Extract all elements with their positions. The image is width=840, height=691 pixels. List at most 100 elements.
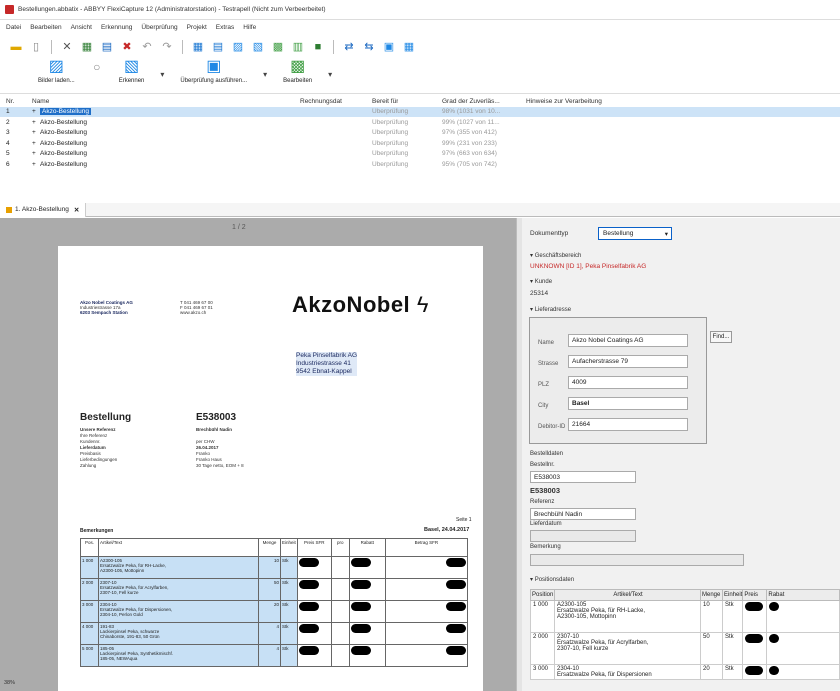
expand-icon[interactable]: +: [32, 129, 36, 136]
col-notes[interactable]: Hinweise zur Verarbeitung: [526, 98, 602, 105]
page-icon[interactable]: ▯: [28, 40, 44, 55]
doctype-select[interactable]: Bestellung ▾: [598, 227, 672, 240]
batch-icon[interactable]: ▤: [99, 40, 115, 55]
window-title: Bestellungen.abbatix - ABBYY FlexiCaptur…: [18, 6, 326, 13]
recognize-button[interactable]: ▧ Erkennen: [118, 58, 145, 85]
section-positions[interactable]: ▾ Positionsdaten: [530, 576, 574, 583]
supplier-street-field[interactable]: Aufacherstrasse 79: [568, 355, 688, 368]
menu-help[interactable]: Hilfe: [243, 24, 256, 31]
section-customer[interactable]: ▾ Kunde: [530, 278, 552, 285]
stats-icon[interactable]: ▦: [401, 40, 417, 55]
section-supplier[interactable]: ▾ Lieferadresse: [530, 306, 571, 313]
menu-verification[interactable]: Überprüfung: [141, 24, 177, 31]
menu-file[interactable]: Datei: [6, 24, 21, 31]
scan-icon[interactable]: ▨: [230, 40, 246, 55]
order-no-field[interactable]: E538003: [530, 471, 636, 483]
edit-button[interactable]: ▩ Bearbeiten: [283, 58, 313, 85]
col-discount: Rabatt: [348, 538, 386, 557]
redaction-block: [296, 644, 332, 667]
section-business[interactable]: ▾ Geschäftsbereich: [530, 252, 581, 259]
supplier-name-field[interactable]: Akzo Nobel Coatings AG: [568, 334, 688, 347]
logo-mark-icon: ϟ: [416, 292, 429, 317]
col-price[interactable]: Preis: [742, 589, 768, 601]
recipient-address: Peka Pinselfabrik AG Industriestrasse 41…: [296, 352, 358, 376]
export-icon[interactable]: ▩: [270, 40, 286, 55]
col-grad[interactable]: Grad der Zuverläs...: [442, 98, 500, 105]
folder-open-icon[interactable]: ▬: [8, 40, 24, 55]
find-button[interactable]: Find...: [710, 331, 732, 343]
table-row[interactable]: 4 + Akzo-Bestellung Überprüfung 99% (231…: [0, 138, 840, 149]
expand-icon[interactable]: +: [32, 150, 36, 157]
menu-project[interactable]: Projekt: [187, 24, 207, 31]
table-row[interactable]: 5 + Akzo-Bestellung Überprüfung 97% (663…: [0, 149, 840, 160]
tab-document[interactable]: 1. Akzo-Bestellung ✕: [0, 202, 87, 217]
business-value[interactable]: UNKNOWN [ID 1], Peka Pinselfabrik AG: [530, 263, 646, 270]
arrows-icon[interactable]: ⇄: [341, 40, 357, 55]
col-date[interactable]: Rechnungsdat: [300, 98, 342, 105]
flag-icon: [6, 206, 12, 213]
load-images-button[interactable]: ▨ Bilder laden...: [38, 58, 75, 85]
table-row[interactable]: 3 000 2304-10 Ersatzwalze Peka, für Dispe…: [530, 664, 840, 680]
customer-value[interactable]: 25314: [530, 290, 548, 297]
redo-icon[interactable]: ↷: [159, 40, 175, 55]
expand-icon[interactable]: +: [32, 140, 36, 147]
col-status[interactable]: Bereit für: [372, 98, 398, 105]
supplier-city-field[interactable]: Basel: [568, 397, 688, 410]
row-grad: 99% (231 von 233): [442, 139, 497, 147]
image-viewer[interactable]: AkzoNobel ϟ Akzo Nobel Coatings AG Indus…: [0, 218, 516, 691]
close-tab-icon[interactable]: ✕: [74, 206, 79, 214]
dropdown-arrow[interactable]: ▾: [324, 58, 336, 79]
table-row[interactable]: 1 + Akzo-Bestellung Überprüfung 98% (103…: [0, 106, 840, 117]
remark-field[interactable]: [530, 554, 744, 566]
grid-view-icon[interactable]: ▦: [190, 40, 206, 55]
close-x-icon[interactable]: ✕: [59, 40, 75, 55]
list-view-icon[interactable]: ▤: [210, 40, 226, 55]
expand-icon[interactable]: +: [32, 119, 36, 126]
arrows2-icon[interactable]: ⇆: [361, 40, 377, 55]
table-row[interactable]: 2 + Akzo-Bestellung Überprüfung 99% (102…: [0, 117, 840, 128]
delivery-label: Lieferdatum: [530, 521, 562, 527]
recognize-circle-button[interactable]: ○: [87, 58, 107, 78]
menu-edit[interactable]: Bearbeiten: [30, 24, 61, 31]
supplier-debitor-field[interactable]: 21664: [568, 418, 688, 431]
col-qty[interactable]: Menge: [700, 589, 723, 601]
table-row[interactable]: 6 + Akzo-Bestellung Überprüfung 95% (705…: [0, 159, 840, 170]
col-text: Artikel/Text: [98, 538, 259, 557]
dropdown-arrow[interactable]: ▾: [156, 58, 168, 79]
expand-icon[interactable]: +: [32, 108, 36, 115]
menu-view[interactable]: Ansicht: [71, 24, 92, 31]
table-row[interactable]: 1 000 A2300-105 Ersatzwalze Peka, für RH-…: [530, 600, 840, 633]
menu-tools[interactable]: Extras: [216, 24, 234, 31]
row-nr: 1: [6, 108, 10, 116]
reference-field[interactable]: Brechbühl Nadin: [530, 508, 636, 520]
col-position[interactable]: Position: [530, 589, 555, 601]
delivery-field[interactable]: [530, 530, 636, 542]
undo-icon[interactable]: ↶: [139, 40, 155, 55]
import-icon[interactable]: ▥: [290, 40, 306, 55]
supplier-zip-field[interactable]: 4009: [568, 376, 688, 389]
menu-recognition[interactable]: Erkennung: [101, 24, 132, 31]
edit-label: Bearbeiten: [283, 78, 313, 84]
recognize-icon[interactable]: ▧: [250, 40, 266, 55]
redaction-block: [742, 600, 768, 633]
form-icon[interactable]: ▣: [381, 40, 397, 55]
table-row[interactable]: 2 000 2307-10 Ersatzwalze Peka, für Acryl…: [530, 632, 840, 665]
col-article[interactable]: Artikel/Text: [554, 589, 701, 601]
zoom-level[interactable]: 38%: [4, 680, 15, 686]
col-nr[interactable]: Nr.: [6, 98, 14, 105]
page-label: Seite 1: [456, 517, 472, 523]
row-name: Akzo-Bestellung: [40, 139, 87, 147]
expand-icon[interactable]: +: [32, 161, 36, 168]
delete-x-icon[interactable]: ✖: [119, 40, 135, 55]
row-nr: 3: [6, 129, 10, 137]
run-verification-button[interactable]: ▣ Überprüfung ausführen...: [180, 58, 247, 85]
col-name[interactable]: Name: [32, 98, 49, 105]
page-indicator: 1 / 2: [232, 224, 246, 231]
green-check-icon[interactable]: ■: [310, 40, 326, 55]
table-row[interactable]: 3 + Akzo-Bestellung Überprüfung 97% (355…: [0, 128, 840, 139]
tool-icon[interactable]: ▦: [79, 40, 95, 55]
dropdown-arrow[interactable]: ▾: [259, 58, 271, 79]
recognize-label: Erkennen: [118, 78, 145, 84]
col-unit[interactable]: Einheit: [721, 589, 744, 601]
col-discount[interactable]: Rabat: [766, 589, 840, 601]
